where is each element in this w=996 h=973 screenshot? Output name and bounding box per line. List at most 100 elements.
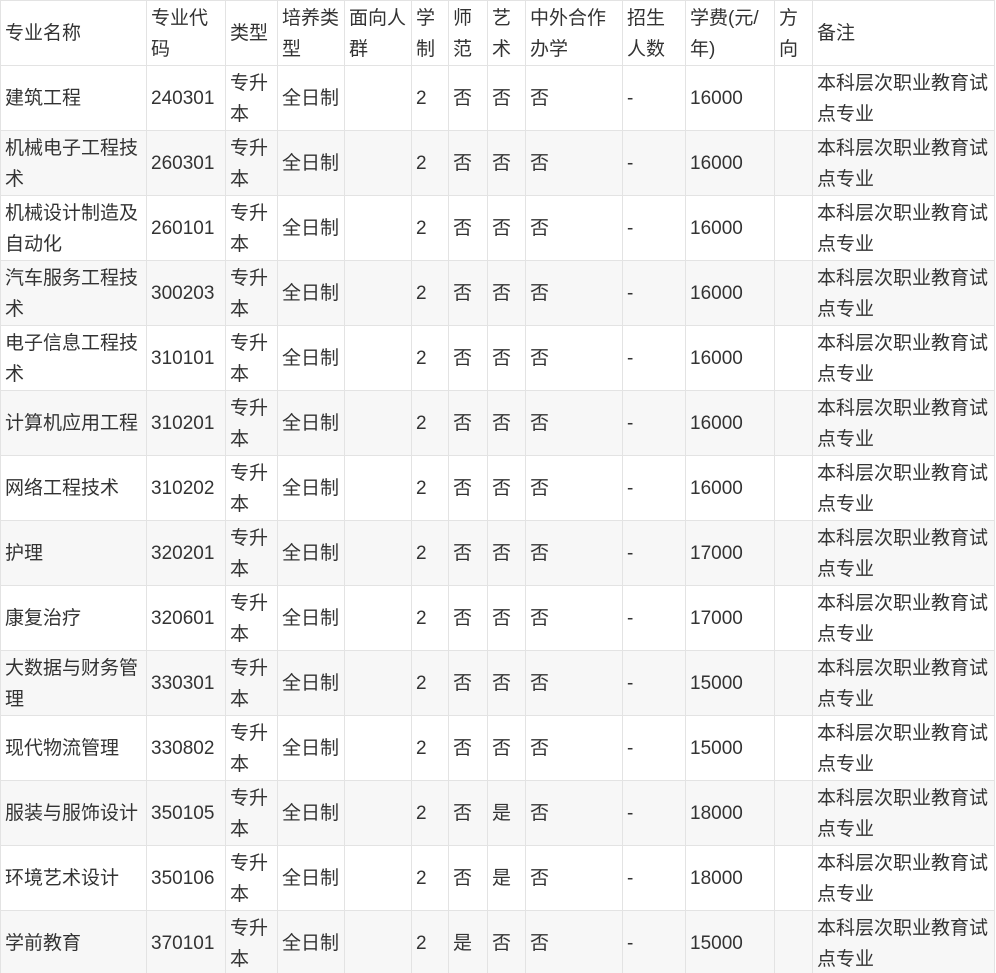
tuition-cell: 16000	[685, 455, 775, 521]
target-group-cell	[344, 390, 412, 456]
table-row: 机械设计制造及自动化 260101 专升本 全日制 2 否否否 -16000 本科层次职业教育…	[0, 195, 995, 261]
enrollment-cell: -	[622, 780, 686, 846]
tuition-cell: 16000	[685, 325, 775, 391]
table-row: 康复治疗 320601 专升本 全日制 2 否否否 -17000 本科层次职业教育试点专业	[0, 585, 995, 651]
remarks-cell: 本科层次职业教育试点专业	[812, 910, 995, 973]
direction-cell	[774, 195, 813, 261]
normal-cell: 否	[448, 650, 488, 716]
remarks-cell: 本科层次职业教育试点专业	[812, 455, 995, 521]
duration-cell: 2	[411, 390, 449, 456]
art-cell: 否	[487, 910, 526, 973]
tuition-cell: 16000	[685, 260, 775, 326]
joint-program-cell: 否	[525, 845, 623, 911]
type-cell: 专升本	[225, 910, 278, 973]
direction-cell	[774, 455, 813, 521]
major-name-cell: 康复治疗	[0, 585, 147, 651]
joint-program-cell: 否	[525, 455, 623, 521]
table-row: 计算机应用工程 310201 专升本 全日制 2 否否否 -16000 本科层次职业教育试点专…	[0, 390, 995, 456]
major-name-cell: 学前教育	[0, 910, 147, 973]
type-cell: 专升本	[225, 520, 278, 586]
normal-cell: 否	[448, 585, 488, 651]
major-code-cell: 300203	[146, 260, 226, 326]
type-cell: 专升本	[225, 325, 278, 391]
joint-program-cell: 否	[525, 520, 623, 586]
direction-cell	[774, 130, 813, 196]
training-type-cell: 全日制	[277, 130, 345, 196]
duration-cell: 2	[411, 130, 449, 196]
table-row: 环境艺术设计 350106 专升本 全日制 2 否是否 -18000 本科层次职业教育试点专业	[0, 845, 995, 911]
direction-cell	[774, 65, 813, 131]
tuition-cell: 16000	[685, 390, 775, 456]
art-cell: 否	[487, 130, 526, 196]
major-code-cell: 240301	[146, 65, 226, 131]
duration-cell: 2	[411, 195, 449, 261]
art-cell: 否	[487, 65, 526, 131]
type-cell: 专升本	[225, 195, 278, 261]
major-code-cell: 260101	[146, 195, 226, 261]
target-group-cell	[344, 520, 412, 586]
major-code-cell: 310201	[146, 390, 226, 456]
table-row: 护理 320201 专升本 全日制 2 否否否 -17000 本科层次职业教育试点专业	[0, 520, 995, 586]
remarks-cell: 本科层次职业教育试点专业	[812, 520, 995, 586]
major-name-cell: 护理	[0, 520, 147, 586]
target-group-cell	[344, 780, 412, 846]
normal-cell: 否	[448, 260, 488, 326]
type-cell: 专升本	[225, 585, 278, 651]
major-code-cell: 350106	[146, 845, 226, 911]
tuition-cell: 18000	[685, 780, 775, 846]
joint-program-cell: 否	[525, 195, 623, 261]
page: 专业名称 专业代码 类型 培养类型 面向人群 学制 师范 艺术 中外合作办学 招…	[0, 0, 996, 973]
art-cell: 是	[487, 780, 526, 846]
duration-cell: 2	[411, 520, 449, 586]
direction-cell	[774, 845, 813, 911]
art-cell: 否	[487, 715, 526, 781]
header-row: 专业名称 专业代码 类型 培养类型 面向人群 学制 师范 艺术 中外合作办学 招…	[0, 0, 995, 66]
type-cell: 专升本	[225, 65, 278, 131]
major-code-cell: 370101	[146, 910, 226, 973]
normal-cell: 否	[448, 520, 488, 586]
duration-cell: 2	[411, 780, 449, 846]
enrollment-cell: -	[622, 130, 686, 196]
header-enrollment: 招生人数	[622, 0, 686, 66]
major-code-cell: 310202	[146, 455, 226, 521]
type-cell: 专升本	[225, 715, 278, 781]
major-name-cell: 建筑工程	[0, 65, 147, 131]
art-cell: 否	[487, 195, 526, 261]
enrollment-cell: -	[622, 325, 686, 391]
major-code-cell: 350105	[146, 780, 226, 846]
training-type-cell: 全日制	[277, 585, 345, 651]
art-cell: 否	[487, 520, 526, 586]
target-group-cell	[344, 195, 412, 261]
remarks-cell: 本科层次职业教育试点专业	[812, 65, 995, 131]
training-type-cell: 全日制	[277, 910, 345, 973]
training-type-cell: 全日制	[277, 780, 345, 846]
normal-cell: 否	[448, 780, 488, 846]
duration-cell: 2	[411, 715, 449, 781]
training-type-cell: 全日制	[277, 195, 345, 261]
training-type-cell: 全日制	[277, 455, 345, 521]
training-type-cell: 全日制	[277, 390, 345, 456]
target-group-cell	[344, 845, 412, 911]
header-major-code: 专业代码	[146, 0, 226, 66]
joint-program-cell: 否	[525, 325, 623, 391]
target-group-cell	[344, 585, 412, 651]
duration-cell: 2	[411, 650, 449, 716]
art-cell: 是	[487, 845, 526, 911]
joint-program-cell: 否	[525, 715, 623, 781]
direction-cell	[774, 715, 813, 781]
target-group-cell	[344, 455, 412, 521]
art-cell: 否	[487, 260, 526, 326]
enrollment-cell: -	[622, 650, 686, 716]
training-type-cell: 全日制	[277, 260, 345, 326]
normal-cell: 否	[448, 715, 488, 781]
normal-cell: 否	[448, 390, 488, 456]
remarks-cell: 本科层次职业教育试点专业	[812, 845, 995, 911]
remarks-cell: 本科层次职业教育试点专业	[812, 585, 995, 651]
direction-cell	[774, 650, 813, 716]
joint-program-cell: 否	[525, 260, 623, 326]
target-group-cell	[344, 65, 412, 131]
table-row: 建筑工程 240301 专升本 全日制 2 否否否 -16000 本科层次职业教育试点专业	[0, 65, 995, 131]
header-art: 艺术	[487, 0, 526, 66]
type-cell: 专升本	[225, 845, 278, 911]
duration-cell: 2	[411, 65, 449, 131]
